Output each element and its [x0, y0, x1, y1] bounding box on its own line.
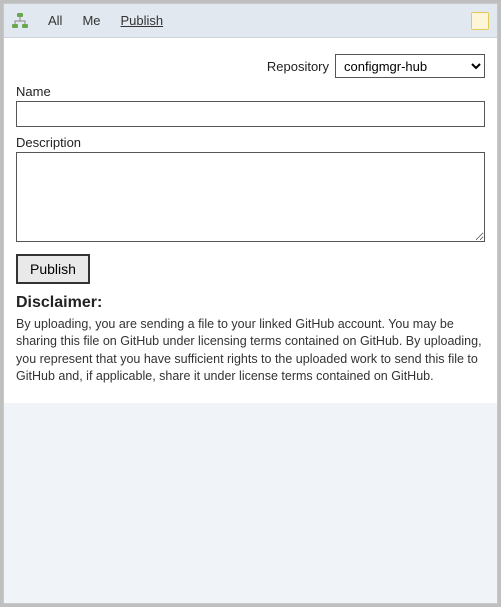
publish-form: Repository configmgr-hub Name Descriptio… [4, 38, 497, 403]
tab-publish[interactable]: Publish [111, 9, 174, 32]
empty-area [4, 403, 497, 603]
disclaimer-text: By uploading, you are sending a file to … [16, 316, 485, 385]
publish-button[interactable]: Publish [16, 254, 90, 284]
hierarchy-icon [12, 13, 28, 29]
status-badge [471, 12, 489, 30]
description-label: Description [16, 135, 485, 150]
tab-bar: All Me Publish [4, 4, 497, 38]
repository-select[interactable]: configmgr-hub [335, 54, 485, 78]
tab-all[interactable]: All [38, 9, 72, 32]
name-label: Name [16, 84, 485, 99]
app-window: All Me Publish Repository configmgr-hub … [3, 3, 498, 604]
repository-label: Repository [267, 59, 329, 74]
tab-me[interactable]: Me [72, 9, 110, 32]
disclaimer-heading: Disclaimer: [16, 294, 485, 312]
repository-row: Repository configmgr-hub [16, 54, 485, 78]
description-textarea[interactable] [16, 152, 485, 242]
name-input[interactable] [16, 101, 485, 127]
